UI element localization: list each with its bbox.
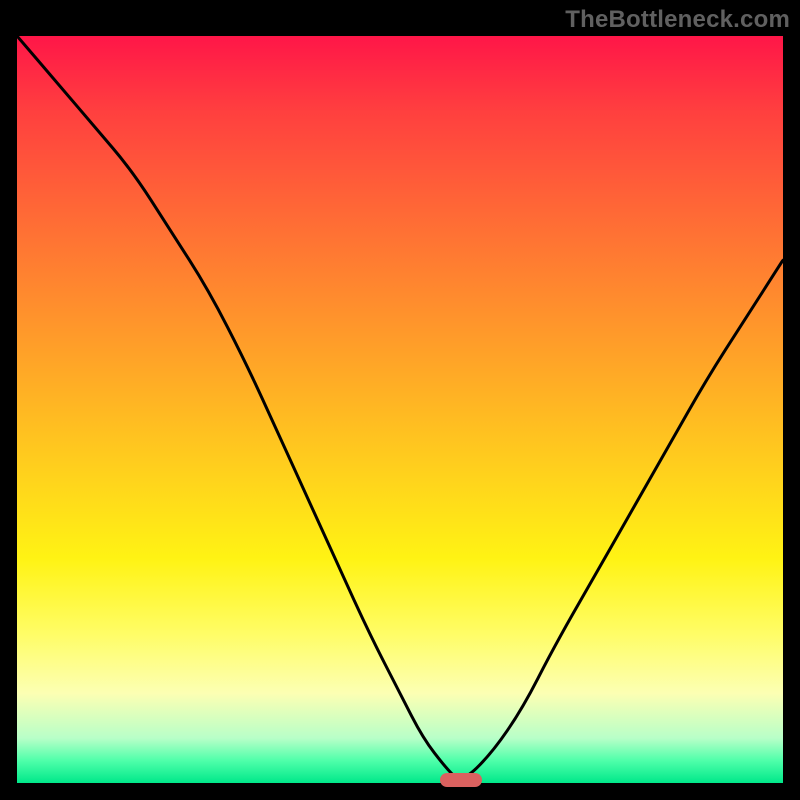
chart-frame: TheBottleneck.com (0, 0, 800, 800)
bottleneck-curve (17, 36, 783, 783)
optimum-marker (440, 773, 482, 787)
watermark-text: TheBottleneck.com (565, 6, 790, 34)
plot-area (17, 36, 783, 783)
